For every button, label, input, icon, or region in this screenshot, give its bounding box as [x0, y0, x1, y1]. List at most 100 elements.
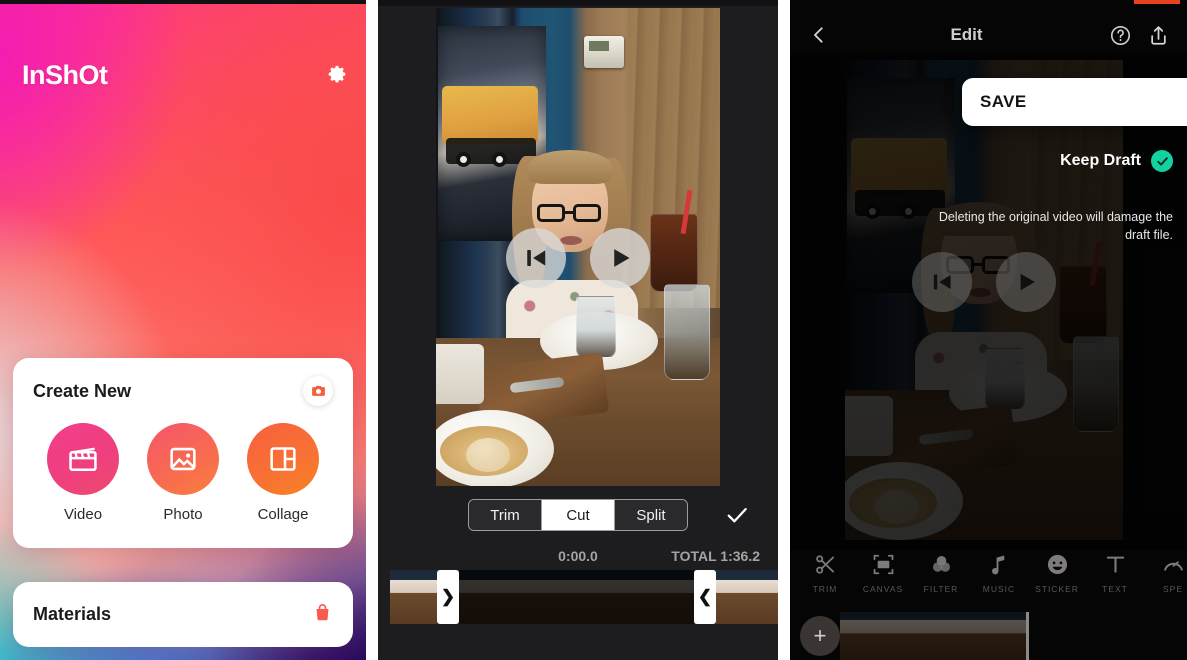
- edit-mode-tabs: Trim Cut Split: [378, 498, 778, 532]
- timeline-thumbnail: [763, 570, 778, 624]
- dip-bowl: [875, 490, 919, 524]
- create-new-title: Create New: [33, 380, 132, 401]
- create-tiles: Video Photo Collage: [33, 423, 333, 523]
- segmented-control[interactable]: Trim Cut Split: [468, 499, 688, 531]
- tab-split[interactable]: Split: [614, 500, 687, 530]
- timeline-thumbnail: [390, 570, 437, 624]
- hair-top: [528, 150, 612, 184]
- image-icon: [147, 423, 219, 495]
- tab-trim[interactable]: Trim: [469, 500, 541, 530]
- clip-strip[interactable]: +: [790, 612, 1187, 660]
- tool-speed[interactable]: SPE: [1144, 552, 1187, 594]
- create-new-card: Create New Video Photo Collage: [13, 358, 353, 548]
- clip-thumbnail[interactable]: [964, 612, 1026, 660]
- play-icon[interactable]: [590, 228, 650, 288]
- create-tile-label: Photo: [163, 506, 203, 523]
- panel-edit-save: Edit SAVE Keep Draft Deleting the origin…: [790, 0, 1187, 660]
- painting-wheel: [901, 204, 916, 219]
- share-upload-icon[interactable]: [1145, 22, 1171, 48]
- current-time: 0:00.0: [558, 548, 598, 564]
- total-time: TOTAL 1:36.2: [671, 548, 760, 564]
- panel-divider: [778, 0, 790, 660]
- create-card-header: Create New: [33, 376, 333, 406]
- painting-wheel: [865, 204, 880, 219]
- collage-icon: [247, 423, 319, 495]
- tool-text[interactable]: TEXT: [1086, 552, 1144, 594]
- question-circle-icon[interactable]: [1107, 22, 1133, 48]
- page-title: Edit: [950, 25, 983, 44]
- video-timeline[interactable]: ❯ ❮: [390, 570, 778, 624]
- playback-controls: [436, 226, 720, 290]
- video-preview[interactable]: [845, 60, 1123, 540]
- water-glass-small: [985, 348, 1025, 410]
- keep-draft-label: Keep Draft: [1060, 152, 1141, 169]
- draft-warning-text: Deleting the original video will damage …: [938, 210, 1173, 243]
- camera-icon[interactable]: [303, 376, 333, 406]
- skip-back-icon[interactable]: [912, 252, 972, 312]
- clip-end-marker: [1026, 612, 1029, 660]
- clip-thumbnail[interactable]: [840, 612, 902, 660]
- timecode-row: 0:00.0 TOTAL 1:36.2: [378, 548, 778, 568]
- tool-label: STICKER: [1035, 584, 1079, 594]
- tool-label: TEXT: [1102, 584, 1128, 594]
- check-circle-icon[interactable]: [1151, 150, 1173, 172]
- edit-header: Edit: [790, 18, 1187, 52]
- materials-card[interactable]: Materials: [13, 582, 353, 647]
- clip-thumbnail[interactable]: [902, 612, 964, 660]
- create-tile-label: Collage: [257, 506, 309, 523]
- plus-icon[interactable]: +: [800, 616, 840, 656]
- utensil-holder: [436, 344, 484, 404]
- app-logo: InShOt: [22, 59, 108, 90]
- timeline-thumbnail: [600, 570, 647, 624]
- timeline-thumbnail: [647, 570, 694, 624]
- water-glass-large: [664, 284, 710, 380]
- eyeglass-left: [537, 204, 565, 222]
- save-label: SAVE: [980, 92, 1027, 111]
- utensil-holder: [845, 396, 893, 456]
- tool-filter[interactable]: FILTER: [912, 552, 970, 594]
- three-panel-screenshot: InShOt Create New Video Photo Collage Ma…: [0, 0, 1187, 660]
- save-button[interactable]: SAVE: [962, 78, 1187, 126]
- create-tile-video[interactable]: Video: [33, 423, 133, 523]
- timeline-thumbnail: [506, 570, 553, 624]
- home-header: InShOt: [22, 54, 348, 96]
- water-glass-large: [1073, 336, 1119, 432]
- create-tile-collage[interactable]: Collage: [233, 423, 333, 523]
- painting-bus: [442, 86, 538, 144]
- dip-bowl: [466, 438, 510, 472]
- create-tile-label: Video: [63, 506, 103, 523]
- trim-handle-left[interactable]: ❯: [437, 570, 459, 624]
- painting-wheel: [456, 152, 471, 167]
- tool-music[interactable]: MUSIC: [970, 552, 1028, 594]
- tool-canvas[interactable]: CANVAS: [854, 552, 912, 594]
- play-icon[interactable]: [996, 252, 1056, 312]
- panel-inshot-home: InShOt Create New Video Photo Collage Ma…: [0, 0, 366, 660]
- panel-divider: [366, 0, 378, 660]
- tab-cut[interactable]: Cut: [541, 500, 614, 530]
- trim-handle-right[interactable]: ❮: [694, 570, 716, 624]
- tool-label: TRIM: [812, 584, 838, 594]
- gear-icon[interactable]: [326, 64, 348, 86]
- painting-wheel: [492, 152, 507, 167]
- tool-label: CANVAS: [862, 584, 904, 594]
- check-icon[interactable]: [724, 502, 750, 528]
- eyeglass-right: [573, 204, 601, 222]
- tool-label: MUSIC: [982, 584, 1016, 594]
- painting-bus: [851, 138, 947, 196]
- wall-thermostat: [584, 36, 624, 68]
- gradient-background: [0, 0, 366, 660]
- skip-back-icon[interactable]: [506, 228, 566, 288]
- shopping-bag-icon[interactable]: [312, 602, 333, 628]
- keep-draft-row[interactable]: Keep Draft: [1060, 150, 1173, 172]
- eyeglass-bridge: [565, 211, 573, 214]
- status-bar-strip: [0, 0, 366, 4]
- create-tile-photo[interactable]: Photo: [133, 423, 233, 523]
- tool-label: FILTER: [923, 584, 959, 594]
- status-bar-strip: [378, 0, 778, 6]
- tool-trim[interactable]: TRIM: [796, 552, 854, 594]
- tool-sticker[interactable]: STICKER: [1028, 552, 1086, 594]
- editor-toolbar: TRIM CANVAS FILTER MUSIC STICKER TEXT SP…: [790, 552, 1187, 604]
- clapperboard-icon: [47, 423, 119, 495]
- recording-indicator: [1134, 0, 1180, 4]
- materials-title: Materials: [33, 604, 112, 624]
